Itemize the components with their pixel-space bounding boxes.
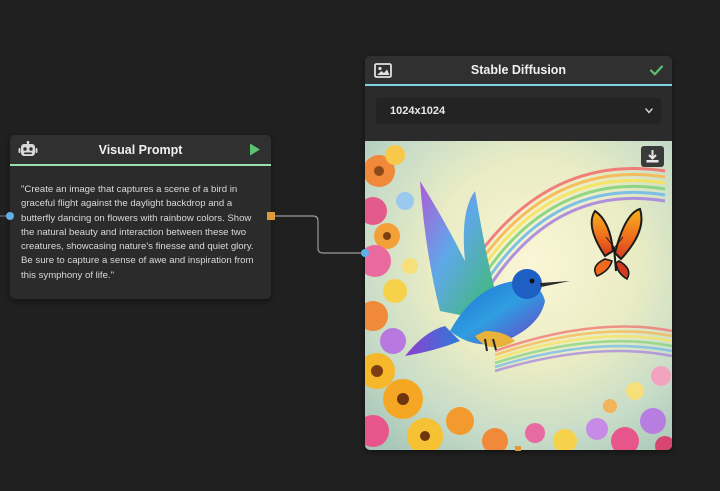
image-size-value: 1024x1024 [390,105,446,117]
stable-diffusion-node[interactable]: Stable Diffusion 1024x1024 [365,56,672,450]
image-size-select[interactable]: 1024x1024 [376,98,661,124]
generated-image-art [365,141,672,450]
checkmark-icon [648,62,664,78]
node-title: Visual Prompt [98,142,183,157]
visual-prompt-header[interactable]: Visual Prompt [10,135,271,164]
play-icon[interactable] [247,142,263,158]
node-title: Stable Diffusion [470,63,567,77]
stable-diffusion-output-port[interactable] [515,446,521,451]
image-icon [373,61,393,79]
stable-diffusion-header[interactable]: Stable Diffusion [365,56,672,84]
accent-line [365,84,672,86]
chevron-down-icon [645,108,653,114]
robot-icon [18,140,38,159]
generated-image [365,141,672,450]
visual-prompt-output-port[interactable] [267,212,275,220]
visual-prompt-input-port[interactable] [6,212,14,220]
download-icon [646,150,659,163]
download-button[interactable] [641,146,664,167]
graph-canvas[interactable]: Visual Prompt "Create an image that capt… [0,0,720,491]
visual-prompt-node[interactable]: Visual Prompt "Create an image that capt… [10,135,271,299]
stable-diffusion-input-port[interactable] [361,249,369,257]
prompt-text[interactable]: "Create an image that captures a scene o… [10,166,271,283]
connection-wire[interactable] [275,215,365,254]
